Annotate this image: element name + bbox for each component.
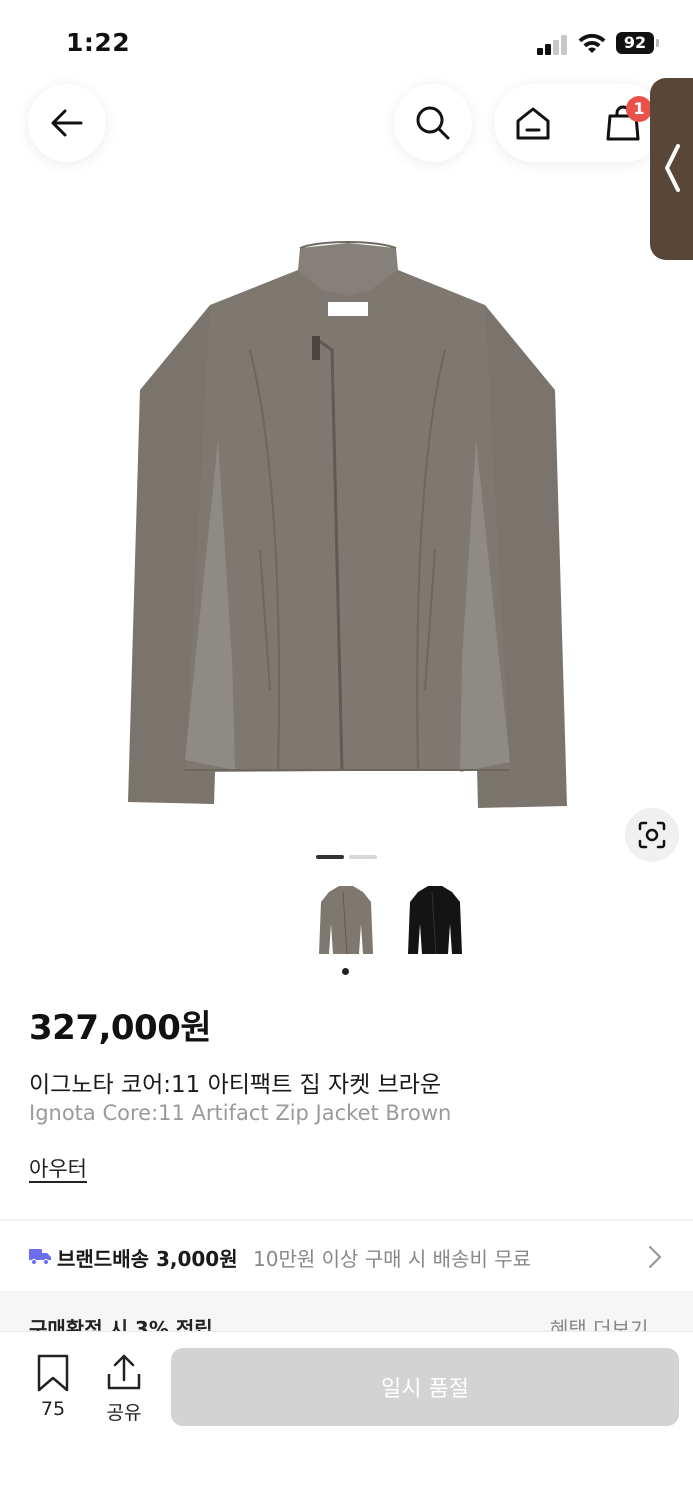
product-name: 이그노타 코어:11 아티팩트 집 자켓 브라운 — [29, 1072, 442, 1098]
status-time: 1:22 — [66, 28, 131, 57]
pager-indicator — [349, 855, 377, 859]
wifi-icon — [578, 33, 606, 53]
shipping-fee-label: 브랜드배송 3,000원 — [57, 1247, 238, 1271]
color-option-black[interactable] — [404, 880, 466, 964]
sold-out-button[interactable]: 일시 품절 — [171, 1348, 679, 1426]
bottom-action-bar: 75 공유 일시 품절 — [0, 1331, 693, 1500]
share-button[interactable]: 공유 — [94, 1354, 154, 1424]
color-option-brown[interactable] — [315, 880, 377, 964]
chevron-right-icon — [648, 1245, 662, 1269]
product-name-english: Ignota Core:11 Artifact Zip Jacket Brown — [29, 1101, 452, 1125]
share-icon — [107, 1354, 141, 1390]
arrow-left-icon — [51, 109, 83, 137]
home-button[interactable] — [508, 98, 558, 148]
product-category-link[interactable]: 아우터 — [29, 1153, 87, 1183]
bookmark-icon — [37, 1354, 69, 1392]
back-button[interactable] — [28, 84, 106, 162]
cellular-signal-icon — [537, 33, 569, 55]
delivery-truck-icon — [29, 1249, 51, 1265]
cart-count-badge: 1 — [626, 96, 652, 122]
status-bar: 1:22 92 — [0, 0, 693, 80]
image-search-button[interactable] — [625, 808, 679, 862]
selected-color-dot — [342, 968, 349, 975]
share-label: 공유 — [106, 1402, 142, 1424]
home-icon — [516, 107, 550, 140]
pager-indicator-active — [316, 855, 344, 859]
bookmark-button[interactable]: 75 — [24, 1354, 82, 1424]
product-price: 327,000원 — [29, 1008, 212, 1048]
search-button[interactable] — [394, 84, 472, 162]
bookmark-count: 75 — [40, 1398, 66, 1420]
image-pager — [316, 855, 378, 859]
shipping-info-row[interactable]: 브랜드배송 3,000원 10만원 이상 구매 시 배송비 무료 — [0, 1221, 693, 1291]
free-shipping-note: 10만원 이상 구매 시 배송비 무료 — [253, 1247, 532, 1271]
product-image[interactable] — [110, 230, 585, 820]
battery-indicator: 92 — [616, 32, 654, 54]
battery-tip — [656, 39, 659, 47]
lens-scan-icon — [638, 821, 666, 849]
chevron-left-icon — [665, 144, 680, 192]
search-icon — [416, 106, 450, 140]
